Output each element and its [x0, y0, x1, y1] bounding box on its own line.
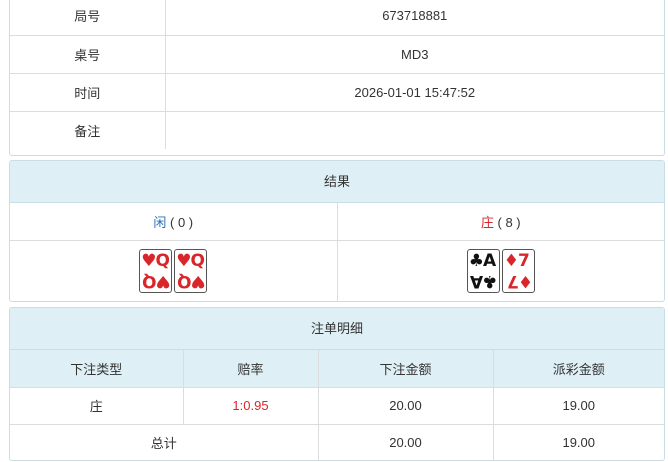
bet-detail-table: 下注类型 赔率 下注金额 派彩金额 庄 1:0.95 20.00 19.00 总…	[10, 350, 664, 460]
round-id-value: 673718881	[164, 0, 664, 36]
player-score: ( 0 )	[170, 214, 194, 230]
player-cards-cell: ♥Q ♥Q ♥Q ♥Q	[10, 240, 338, 301]
player-cards: ♥Q ♥Q ♥Q ♥Q	[139, 248, 208, 293]
result-table: 闲 ( 0 ) 庄 ( 8 ) ♥Q ♥Q ♥Q ♥Q ♣A ♣A ♦7 ♦7	[10, 203, 664, 301]
result-title: 结果	[10, 161, 664, 203]
banker-score: ( 8 )	[497, 214, 521, 230]
total-amount: 20.00	[317, 424, 494, 460]
banker-cards: ♣A ♣A ♦7 ♦7	[466, 248, 535, 293]
player-side: 闲 ( 0 )	[10, 203, 338, 241]
bet-type: 庄	[10, 387, 184, 425]
bet-odds: 1:0.95	[182, 387, 319, 425]
info-row-time: 时间 2026-01-01 15:47:52	[10, 72, 664, 112]
result-cards-row: ♥Q ♥Q ♥Q ♥Q ♣A ♣A ♦7 ♦7	[10, 240, 664, 301]
table-id-value: MD3	[164, 34, 664, 74]
total-label: 总计	[10, 424, 319, 460]
banker-side: 庄 ( 8 )	[336, 203, 664, 241]
bet-detail-title: 注单明细	[10, 308, 664, 350]
banker-card-2: ♦7 ♦7	[501, 248, 535, 293]
round-info-table: 局号 673718881 桌号 MD3 时间 2026-01-01 15:47:…	[10, 0, 664, 149]
time-value: 2026-01-01 15:47:52	[164, 72, 664, 112]
banker-card-2-corner-inverted: ♦7	[507, 270, 533, 291]
table-row: 庄 1:0.95 20.00 19.00	[10, 387, 664, 425]
player-card-2-corner-inverted: ♥Q	[177, 270, 206, 291]
header-odds: 赔率	[182, 350, 319, 388]
total-payout: 19.00	[492, 424, 664, 460]
bet-payout: 19.00	[492, 387, 664, 425]
banker-card-1-corner: ♣A	[468, 250, 496, 271]
banker-label: 庄	[480, 214, 494, 230]
result-panel: 结果 闲 ( 0 ) 庄 ( 8 ) ♥Q ♥Q ♥Q ♥Q ♣A ♣A ♦7 …	[9, 160, 665, 302]
remark-label: 备注	[10, 110, 166, 149]
player-card-2: ♥Q ♥Q	[174, 248, 208, 293]
time-label: 时间	[10, 72, 166, 112]
player-card-2-corner: ♥Q	[176, 250, 205, 271]
result-side-row: 闲 ( 0 ) 庄 ( 8 )	[10, 203, 664, 241]
round-info-panel: 局号 673718881 桌号 MD3 时间 2026-01-01 15:47:…	[9, 0, 665, 156]
player-card-1: ♥Q ♥Q	[139, 248, 173, 293]
bet-header-row: 下注类型 赔率 下注金额 派彩金额	[10, 350, 664, 388]
player-card-1-corner: ♥Q	[141, 250, 170, 271]
player-label: 闲	[153, 214, 167, 230]
banker-card-2-corner: ♦7	[503, 250, 530, 271]
info-row-table: 桌号 MD3	[10, 34, 664, 74]
total-row: 总计 20.00 19.00	[10, 424, 664, 460]
remark-value	[164, 110, 664, 149]
bet-amount: 20.00	[317, 387, 494, 425]
info-row-remark: 备注	[10, 110, 664, 149]
bet-detail-panel: 注单明细 下注类型 赔率 下注金额 派彩金额 庄 1:0.95 20.00 19…	[9, 307, 665, 461]
banker-card-1-corner-inverted: ♣A	[471, 270, 498, 291]
player-card-1-corner-inverted: ♥Q	[142, 270, 171, 291]
table-id-label: 桌号	[10, 34, 166, 74]
info-row-round: 局号 673718881	[10, 0, 664, 36]
header-bet-amount: 下注金额	[317, 350, 494, 388]
banker-card-1: ♣A ♣A	[466, 248, 500, 293]
header-bet-type: 下注类型	[10, 350, 184, 388]
banker-cards-cell: ♣A ♣A ♦7 ♦7	[336, 240, 664, 301]
header-payout: 派彩金额	[492, 350, 664, 388]
round-id-label: 局号	[10, 0, 166, 36]
